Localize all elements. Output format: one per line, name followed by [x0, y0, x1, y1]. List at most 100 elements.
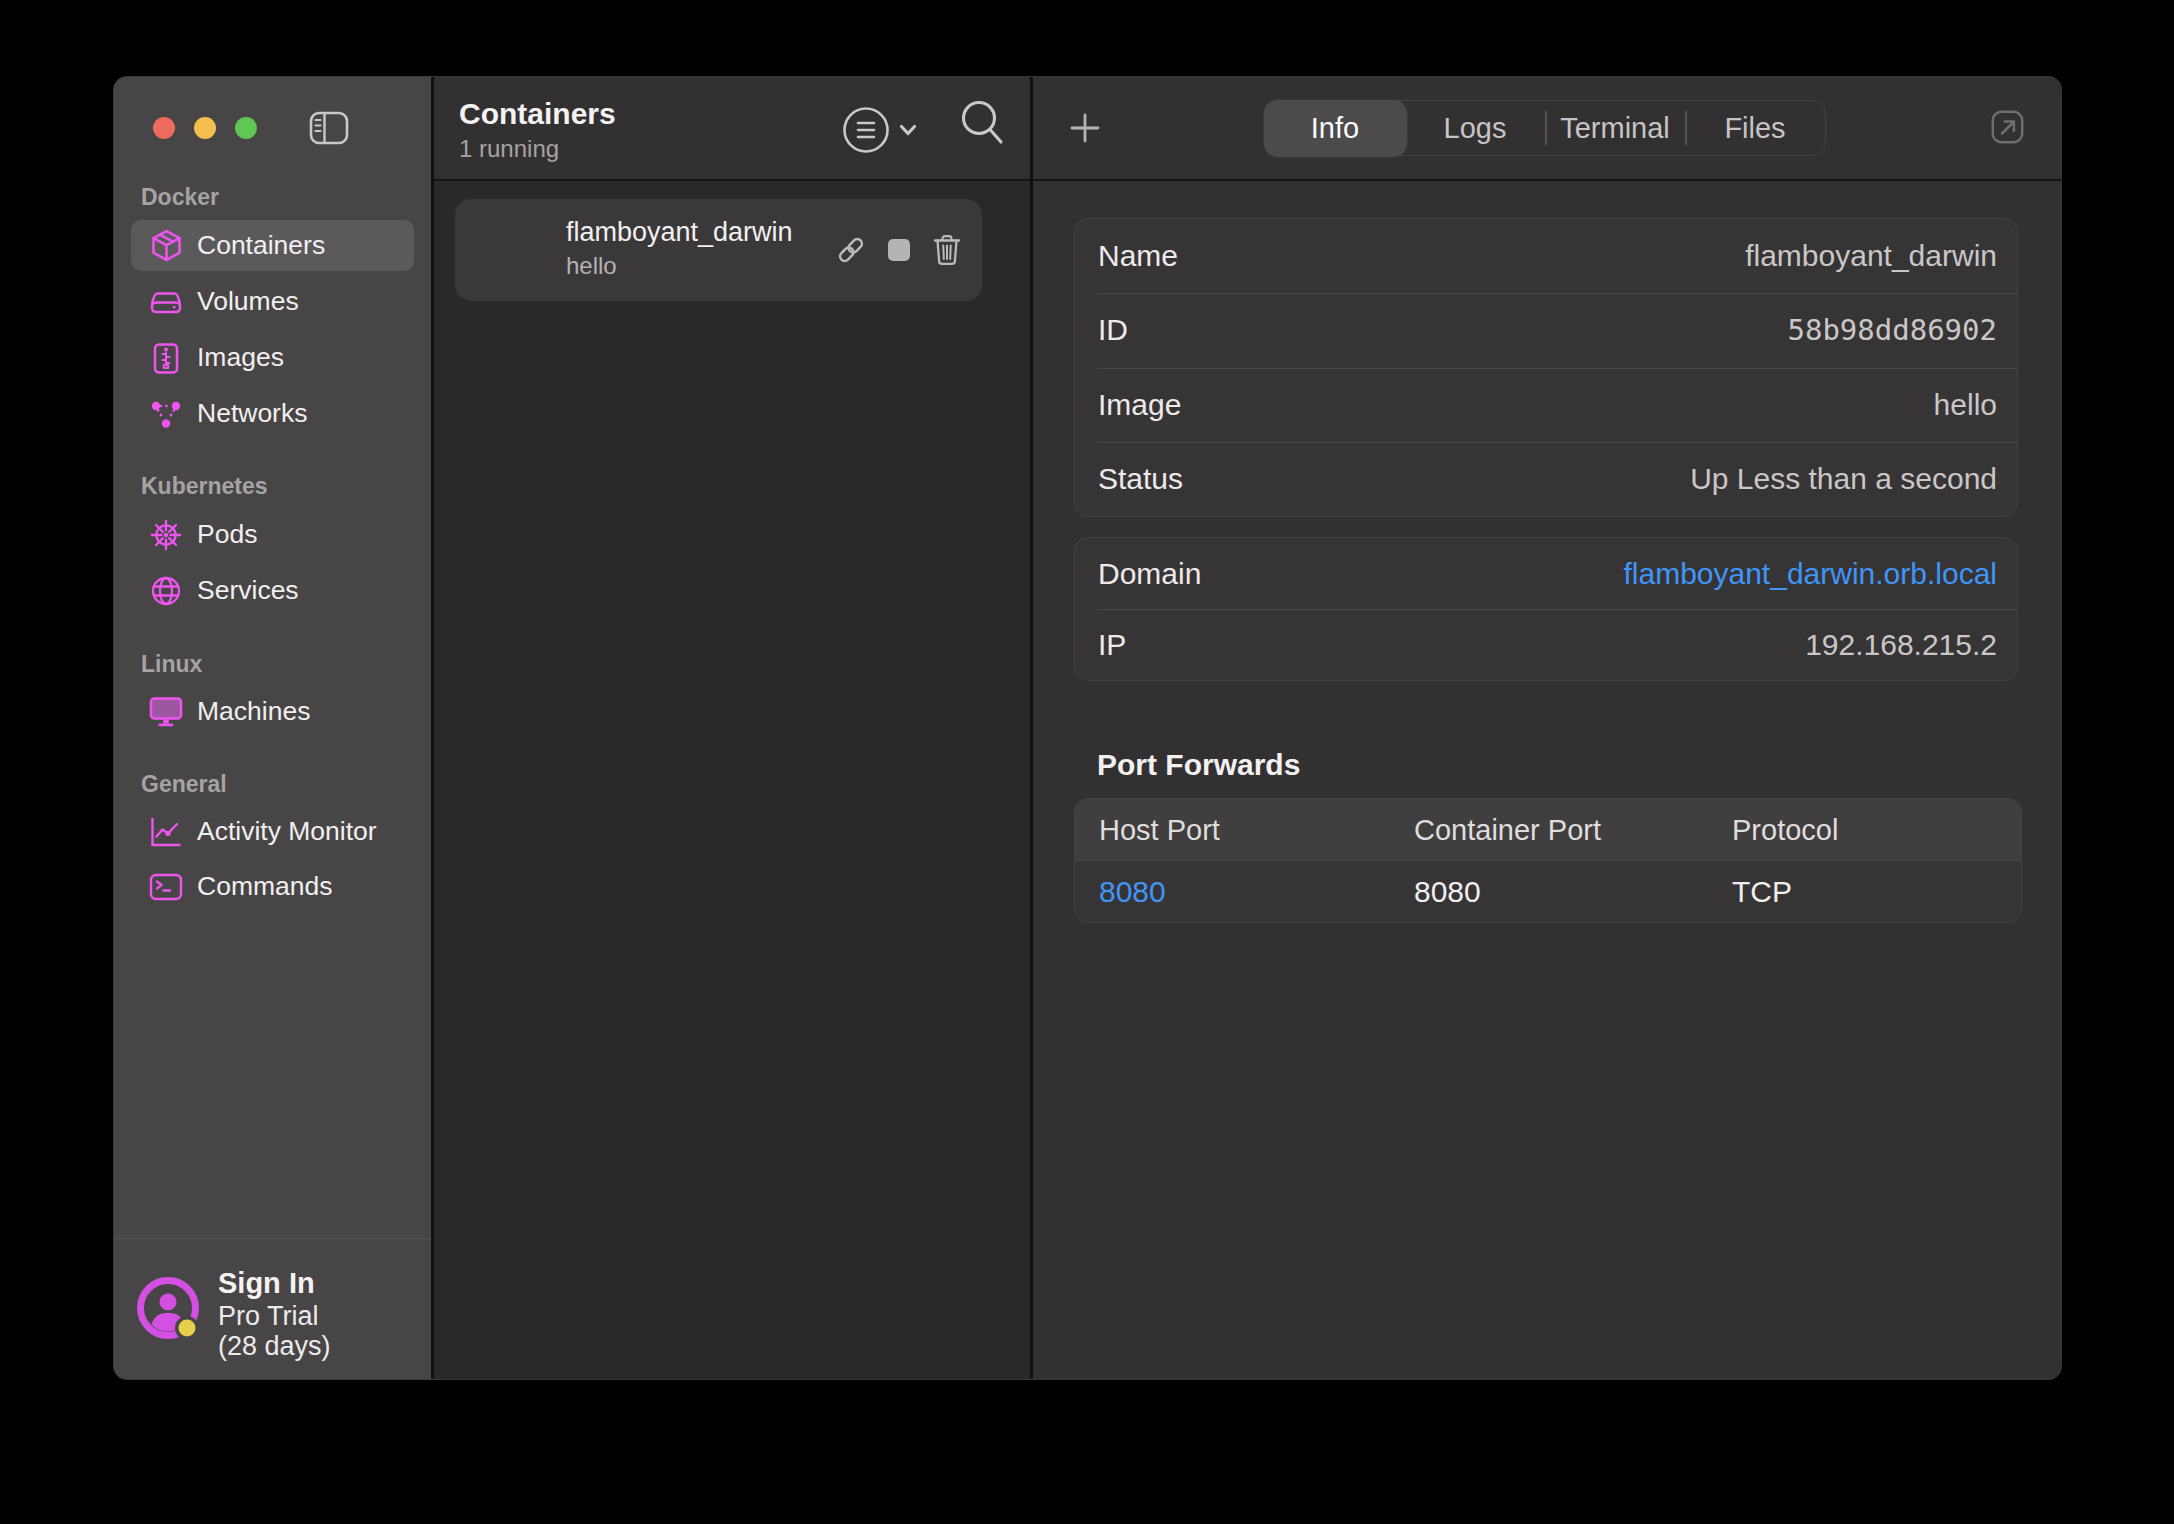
info-row-ip: IP 192.168.215.2 — [1075, 609, 2017, 680]
stop-icon[interactable] — [884, 233, 914, 267]
signin-area[interactable]: Sign In Pro Trial (28 days) — [114, 1238, 431, 1379]
container-image: hello — [566, 252, 617, 280]
row-label: Domain — [1098, 557, 1201, 591]
link-icon[interactable] — [836, 233, 866, 267]
sidebar-section-linux: Linux — [141, 651, 202, 677]
sidebar-item-services[interactable]: Services — [131, 565, 414, 616]
sidebar-item-volumes[interactable]: Volumes — [131, 276, 414, 327]
port-forwards-table: Host Port Container Port Protocol 8080 8… — [1074, 798, 2022, 923]
detail-tabs: Info Logs Terminal Files — [1264, 100, 1826, 156]
sidebar-item-label: Images — [197, 342, 284, 373]
detail-panel: Info Logs Terminal Files — [1033, 77, 2061, 1379]
search-icon[interactable] — [959, 99, 1005, 147]
person-avatar-icon — [137, 1277, 199, 1339]
network-triangle-icon — [149, 397, 183, 431]
tab-terminal[interactable]: Terminal — [1545, 101, 1685, 155]
sidebar-item-machines[interactable]: Machines — [131, 686, 414, 737]
zoom-window-button[interactable] — [235, 117, 257, 139]
row-label: ID — [1098, 313, 1128, 347]
display-icon — [149, 695, 183, 729]
list-running-count: 1 running — [459, 135, 559, 163]
sidebar-item-label: Networks — [197, 398, 307, 429]
sidebar-item-label: Commands — [197, 871, 333, 902]
info-row-image: Image hello — [1075, 368, 2017, 442]
info-row-id: ID 58b98dd86902 — [1075, 293, 2017, 367]
detail-header: Info Logs Terminal Files — [1033, 77, 2061, 181]
chevron-down-icon[interactable] — [899, 123, 917, 137]
column-container-port: Container Port — [1414, 799, 1601, 861]
row-value: hello — [1934, 388, 1997, 422]
container-port-value: 8080 — [1414, 861, 1481, 923]
port-forwards-row: 8080 8080 TCP — [1075, 861, 2021, 923]
container-actions — [836, 199, 962, 301]
sidebar-item-commands[interactable]: Commands — [131, 861, 414, 912]
tab-label: Files — [1724, 112, 1785, 145]
list-header: Containers 1 running — [434, 77, 1030, 181]
container-info-card: Name flamboyant_darwin ID 58b98dd86902 I… — [1074, 218, 2018, 517]
info-row-domain: Domain flamboyant_darwin.orb.local — [1075, 538, 2017, 609]
tab-info[interactable]: Info — [1264, 100, 1407, 157]
terminal-icon — [149, 870, 183, 904]
trash-icon[interactable] — [932, 233, 962, 267]
row-label: Status — [1098, 462, 1183, 496]
tab-label: Info — [1311, 112, 1359, 145]
tab-separator — [1545, 111, 1547, 145]
sidebar-section-kubernetes: Kubernetes — [141, 473, 268, 499]
sidebar: Docker Containers Volumes — [114, 77, 431, 1379]
info-tab-content: Name flamboyant_darwin ID 58b98dd86902 I… — [1033, 183, 2061, 1379]
helm-wheel-icon — [149, 518, 183, 552]
info-row-name: Name flamboyant_darwin — [1075, 219, 2017, 293]
container-list-panel: Containers 1 running flamb — [434, 77, 1030, 1379]
tab-logs[interactable]: Logs — [1405, 101, 1545, 155]
close-window-button[interactable] — [153, 117, 175, 139]
container-name: flamboyant_darwin — [566, 217, 793, 248]
tab-label: Logs — [1444, 112, 1507, 145]
line-chart-icon — [149, 815, 183, 849]
domain-link[interactable]: flamboyant_darwin.orb.local — [1623, 557, 1997, 591]
tab-separator — [1685, 111, 1687, 145]
sidebar-item-label: Activity Monitor — [197, 816, 377, 847]
row-value: 192.168.215.2 — [1805, 628, 1997, 662]
signin-plan: Pro Trial — [218, 1301, 319, 1332]
row-value: flamboyant_darwin — [1745, 239, 1997, 273]
external-drive-icon — [149, 285, 183, 319]
sidebar-item-pods[interactable]: Pods — [131, 509, 414, 560]
list-title: Containers — [459, 97, 616, 131]
filter-circle-icon[interactable] — [842, 106, 890, 154]
row-label: Name — [1098, 239, 1178, 273]
row-value: Up Less than a second — [1690, 462, 1997, 496]
sidebar-item-images[interactable]: Images — [131, 332, 414, 383]
row-value: 58b98dd86902 — [1787, 313, 1997, 347]
row-label: IP — [1098, 628, 1126, 662]
minimize-window-button[interactable] — [194, 117, 216, 139]
sidebar-item-activity-monitor[interactable]: Activity Monitor — [131, 806, 414, 857]
column-host-port: Host Port — [1099, 799, 1220, 861]
container-list-item[interactable]: flamboyant_darwin hello — [455, 199, 982, 301]
signin-days: (28 days) — [218, 1331, 331, 1362]
container-network-card: Domain flamboyant_darwin.orb.local IP 19… — [1074, 537, 2018, 681]
row-label: Image — [1098, 388, 1181, 422]
zip-archive-icon — [149, 341, 183, 375]
globe-icon — [149, 574, 183, 608]
info-row-status: Status Up Less than a second — [1075, 442, 2017, 516]
plus-icon[interactable] — [1070, 113, 1100, 143]
sidebar-section-docker: Docker — [141, 184, 219, 210]
tab-files[interactable]: Files — [1685, 101, 1825, 155]
sidebar-item-networks[interactable]: Networks — [131, 388, 414, 439]
sidebar-toggle-icon[interactable] — [309, 111, 349, 145]
host-port-link[interactable]: 8080 — [1099, 861, 1166, 923]
shippingbox-icon — [149, 229, 183, 263]
sidebar-item-label: Volumes — [197, 286, 299, 317]
column-protocol: Protocol — [1732, 799, 1838, 861]
tab-label: Terminal — [1560, 112, 1670, 145]
port-forwards-table-header: Host Port Container Port Protocol — [1075, 799, 2021, 861]
protocol-value: TCP — [1732, 861, 1792, 923]
sidebar-item-label: Containers — [197, 230, 325, 261]
signin-title: Sign In — [218, 1267, 315, 1300]
open-external-icon[interactable] — [1991, 109, 2024, 144]
sidebar-section-general: General — [141, 771, 227, 797]
sidebar-item-label: Pods — [197, 519, 257, 550]
sidebar-item-label: Services — [197, 575, 299, 606]
sidebar-item-containers[interactable]: Containers — [131, 220, 414, 271]
orbstack-window: Docker Containers Volumes — [114, 77, 2061, 1379]
